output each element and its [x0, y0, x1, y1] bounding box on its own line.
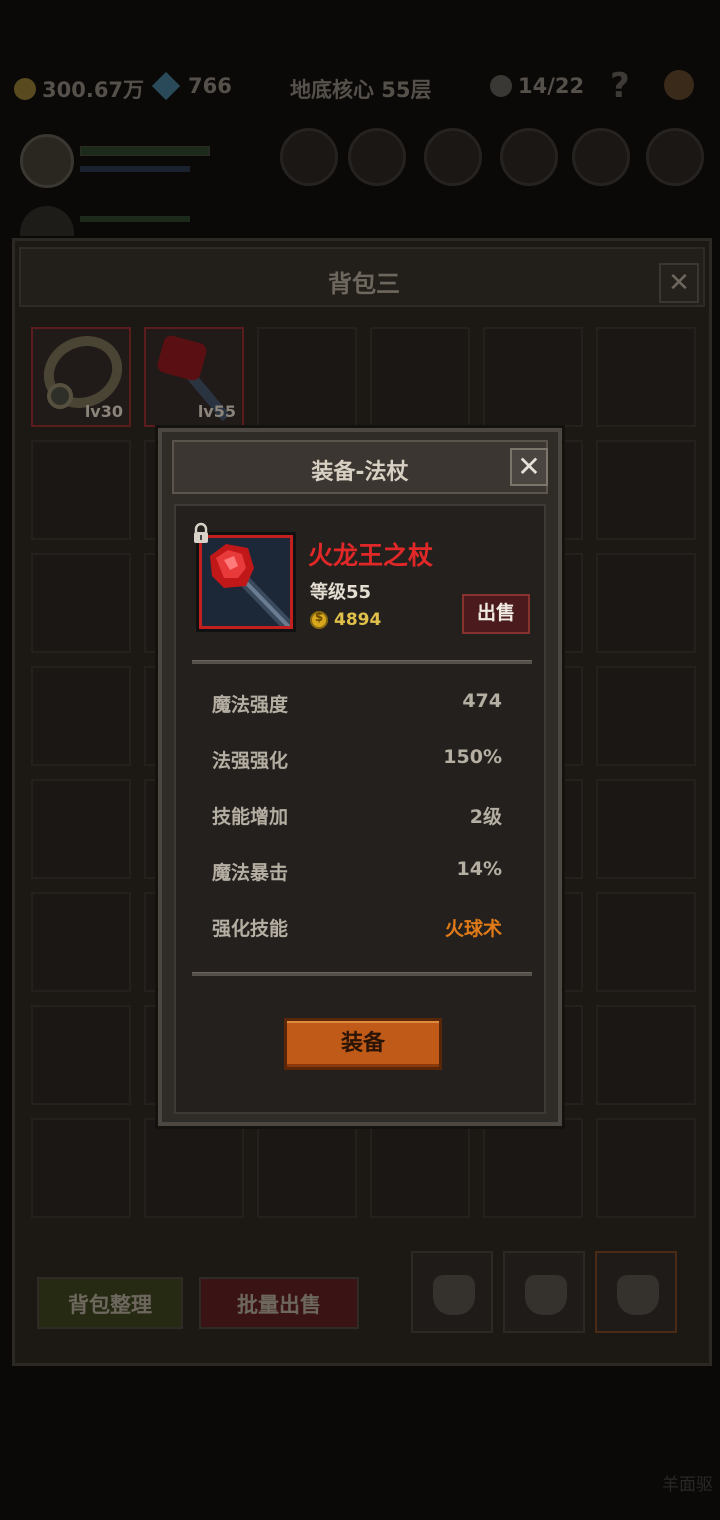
bag-slot-empty[interactable] — [31, 666, 131, 766]
help-button[interactable]: ? — [610, 66, 630, 106]
gem-amount: 766 — [188, 74, 232, 98]
gem-counter: 766 — [151, 71, 232, 101]
settings-icon[interactable] — [664, 70, 694, 100]
stat-row-magic-boost: 法强强化 150% — [212, 746, 502, 772]
equip-button[interactable]: 装备 — [284, 1018, 442, 1070]
bag-slot-empty[interactable] — [144, 1118, 244, 1218]
bag-tab-2[interactable] — [503, 1251, 585, 1333]
gold-amount: 300.67万 — [42, 78, 145, 102]
hero-hp-bar — [80, 146, 210, 156]
lock-icon[interactable] — [190, 522, 212, 544]
gold-coin-icon — [14, 78, 36, 100]
companion-hp-bar — [80, 216, 190, 222]
watermark: 羊面驱 — [662, 1475, 713, 1495]
bag-slot-empty[interactable] — [31, 779, 131, 879]
skull-icon — [490, 75, 512, 97]
bag-slot-empty[interactable] — [596, 553, 696, 653]
bag-title: 背包三 — [328, 270, 400, 298]
bag-slot-empty[interactable] — [596, 666, 696, 766]
kill-counter: 14/22 — [490, 74, 584, 98]
bag-icon — [525, 1275, 567, 1315]
item-detail-dialog: 装备-法杖 ✕ 火龙王之杖 等级55 4894 出 — [158, 428, 562, 1126]
stat-row-magic-crit: 魔法暴击 14% — [212, 858, 502, 884]
bag-slot-empty[interactable] — [483, 327, 583, 427]
equip-slot-weapon[interactable] — [280, 128, 338, 186]
price-value: 4894 — [334, 610, 382, 630]
dialog-header: 装备-法杖 ✕ — [172, 440, 548, 494]
gold-counter: 300.67万 — [14, 74, 144, 104]
bag-slot-empty[interactable] — [596, 440, 696, 540]
slot-level: lv30 — [84, 402, 123, 421]
stat-row-enhanced-skill: 强化技能 火球术 — [212, 918, 502, 940]
stat-row-skill-bonus: 技能增加 2级 — [212, 806, 502, 828]
hero-mp-bar — [80, 166, 190, 172]
bag-slot-ring[interactable]: lv30 — [31, 323, 135, 427]
equip-slot-amulet[interactable] — [424, 128, 482, 186]
item-price: 4894 — [310, 610, 381, 630]
bag-slot-empty[interactable] — [596, 779, 696, 879]
bag-icon — [617, 1275, 659, 1315]
bag-slot-empty[interactable] — [483, 1118, 583, 1218]
dialog-close-button[interactable]: ✕ — [510, 448, 548, 486]
bag-icon — [433, 1275, 475, 1315]
bag-slot-empty[interactable] — [31, 1005, 131, 1105]
sell-button[interactable]: 出售 — [462, 594, 530, 634]
dialog-title: 装备-法杖 — [311, 460, 409, 485]
equip-slot-boots[interactable] — [646, 128, 704, 186]
coin-icon — [310, 610, 328, 629]
slot-level: lv55 — [197, 402, 236, 421]
bag-slot-empty[interactable] — [31, 440, 131, 540]
bag-header: 背包三 ✕ — [19, 247, 705, 307]
equip-slot-helmet[interactable] — [348, 128, 406, 186]
bag-slot-empty[interactable] — [370, 327, 470, 427]
bag-slot-empty[interactable] — [257, 1118, 357, 1218]
bag-slot-empty[interactable] — [257, 327, 357, 427]
kill-count: 14/22 — [518, 74, 585, 98]
bag-slot-empty[interactable] — [370, 1118, 470, 1218]
bag-tab-3[interactable] — [595, 1251, 677, 1333]
gem-icon — [151, 71, 181, 101]
location-label: 地底核心 55层 — [290, 78, 432, 102]
divider — [192, 972, 532, 976]
stat-row-magic-power: 魔法强度 474 — [212, 690, 502, 716]
equip-slot-ring[interactable] — [572, 128, 630, 186]
divider — [192, 660, 532, 664]
item-level: 等级55 — [310, 582, 372, 603]
item-icon-frame — [196, 532, 296, 632]
fire-staff-icon — [199, 535, 293, 629]
bag-slot-empty[interactable] — [596, 892, 696, 992]
bag-close-button[interactable]: ✕ — [659, 263, 699, 303]
hero-avatar[interactable] — [20, 134, 74, 188]
bag-slot-empty[interactable] — [596, 1118, 696, 1218]
bag-slot-empty[interactable] — [31, 892, 131, 992]
bag-slot-fire-staff[interactable]: lv55 — [144, 327, 244, 427]
staff-icon — [155, 333, 209, 383]
hero-row — [0, 120, 720, 236]
batch-sell-button[interactable]: 批量出售 — [199, 1277, 359, 1329]
bag-slot-empty[interactable] — [31, 553, 131, 653]
companion-avatar[interactable] — [20, 206, 74, 236]
bag-slot-empty[interactable] — [596, 327, 696, 427]
item-name: 火龙王之杖 — [308, 541, 434, 570]
bag-slot-empty[interactable] — [596, 1005, 696, 1105]
bag-slot-empty[interactable] — [31, 1118, 131, 1218]
dialog-body: 火龙王之杖 等级55 4894 出售 魔法强度 474 法强强化 150% 技能… — [174, 504, 546, 1114]
bag-tab-1[interactable] — [411, 1251, 493, 1333]
equip-slot-armor[interactable] — [500, 128, 558, 186]
bag-sort-button[interactable]: 背包整理 — [37, 1277, 183, 1329]
